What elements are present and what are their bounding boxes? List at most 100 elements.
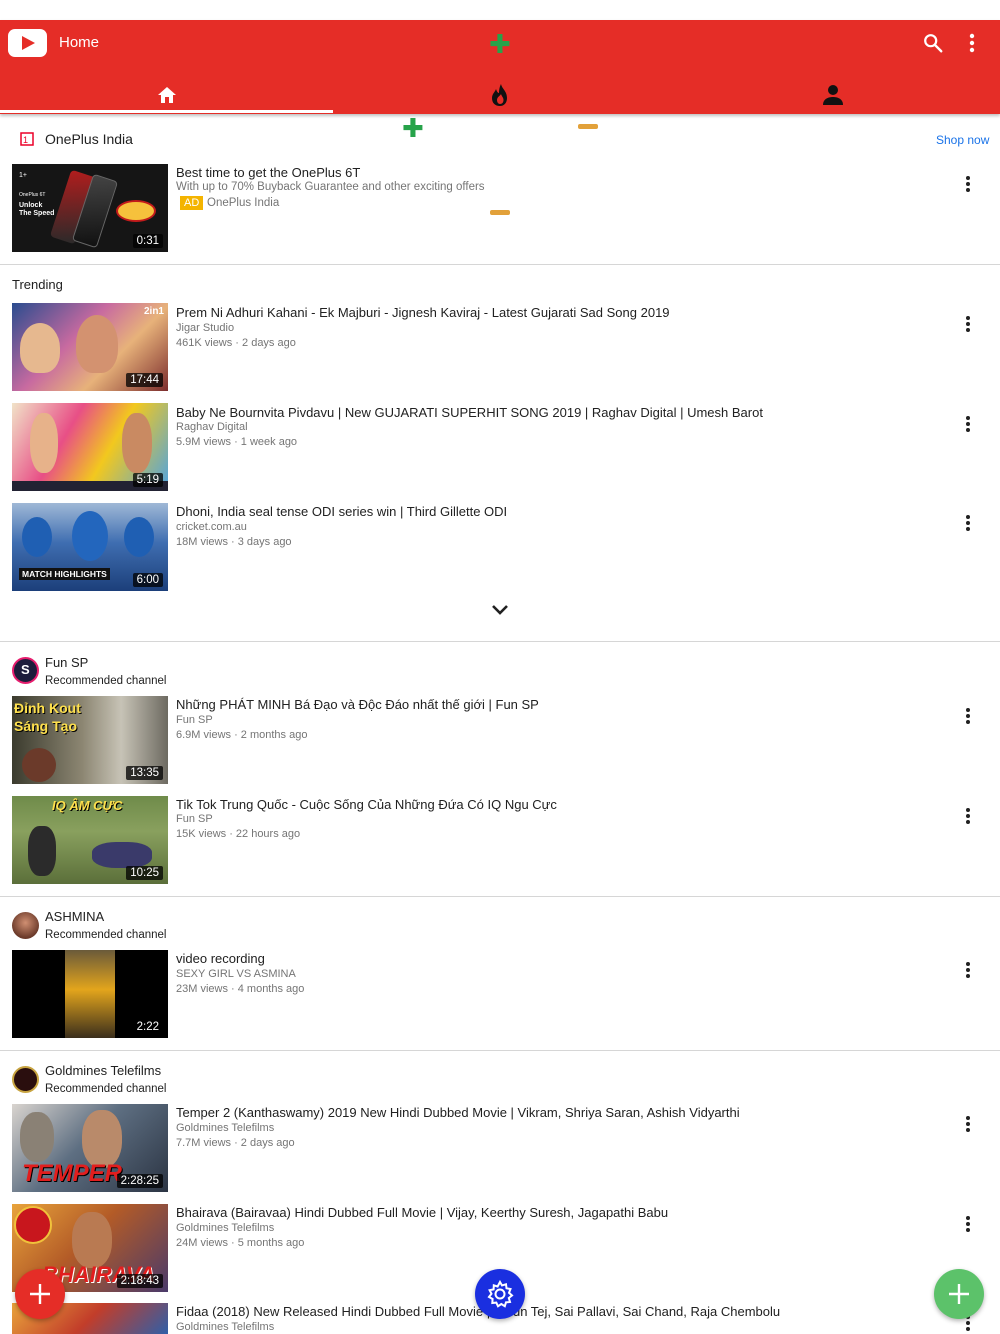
chevron-down-icon[interactable] <box>491 604 509 616</box>
minus-marker-icon <box>578 124 598 129</box>
video-thumbnail[interactable]: Đỉnh Kout Sáng Tạo 13:35 <box>12 696 168 784</box>
divider <box>0 1050 1000 1051</box>
video-duration: 17:44 <box>126 373 163 387</box>
video-channel[interactable]: SEXY GIRL VS ASMINA <box>176 968 296 980</box>
video-duration: 10:25 <box>126 866 163 880</box>
home-icon <box>157 87 176 103</box>
more-options-icon[interactable] <box>962 175 974 193</box>
video-duration: 5:19 <box>132 473 163 487</box>
more-options-icon[interactable] <box>966 33 978 53</box>
video-frame-image <box>65 950 115 1038</box>
video-channel[interactable]: cricket.com.au <box>176 521 247 533</box>
selected-tab-indicator <box>0 110 333 113</box>
youtube-logo-icon[interactable] <box>8 29 47 57</box>
search-icon[interactable] <box>922 32 944 54</box>
sale-badge-image <box>116 200 156 222</box>
more-options-icon[interactable] <box>962 961 974 979</box>
avatar[interactable] <box>12 912 39 939</box>
more-options-icon[interactable] <box>962 315 974 333</box>
plus-marker-icon: ✚ <box>402 113 424 143</box>
thumb-text: OnePlus 6T <box>19 192 46 198</box>
ad-description: With up to 70% Buyback Guarantee and oth… <box>176 181 485 193</box>
divider <box>0 641 1000 642</box>
video-thumbnail[interactable]: TEMPER 2:28:25 <box>12 1104 168 1192</box>
ad-brand-name: OnePlus India <box>45 131 133 147</box>
thumb-text: Unlock <box>19 202 43 209</box>
video-channel[interactable]: Goldmines Telefilms <box>176 1222 274 1234</box>
video-title[interactable]: video recording <box>176 951 265 966</box>
divider <box>0 896 1000 897</box>
person-image <box>22 748 56 782</box>
video-meta: 7.7M views · 2 days ago <box>176 1137 295 1149</box>
person-image <box>72 1212 112 1268</box>
channel-subtitle: Recommended channel <box>45 929 167 941</box>
video-title[interactable]: Dhoni, India seal tense ODI series win |… <box>176 504 507 519</box>
video-thumbnail[interactable]: 2:22 <box>12 950 168 1038</box>
player-image <box>124 517 154 557</box>
video-duration: 2:22 <box>132 1020 163 1034</box>
svg-text:1: 1 <box>23 135 28 145</box>
video-thumbnail[interactable]: MATCH HIGHLIGHTS 6:00 <box>12 503 168 591</box>
video-duration: 13:35 <box>126 766 163 780</box>
thumb-caption: MATCH HIGHLIGHTS <box>19 568 110 580</box>
channel-subtitle: Recommended channel <box>45 1083 167 1095</box>
video-title[interactable]: Bhairava (Bairavaa) Hindi Dubbed Full Mo… <box>176 1205 668 1220</box>
ad-badge: AD <box>180 196 204 210</box>
person-image <box>92 842 152 868</box>
channel-name[interactable]: ASHMINA <box>45 909 104 924</box>
more-options-icon[interactable] <box>962 1215 974 1233</box>
video-thumbnail[interactable]: 2in1 17:44 <box>12 303 168 391</box>
video-meta: 6.9M views · 2 months ago <box>176 729 308 741</box>
views-badge-image <box>14 1206 52 1244</box>
avatar[interactable]: S <box>12 657 39 684</box>
shop-now-link[interactable]: Shop now <box>936 133 989 147</box>
channel-name[interactable]: Goldmines Telefilms <box>45 1063 161 1078</box>
settings-button[interactable] <box>475 1269 525 1319</box>
ad-thumbnail[interactable]: 1+ OnePlus 6T Unlock The Speed 0:31 <box>12 164 168 252</box>
video-meta: 24M views · 5 months ago <box>176 1237 305 1249</box>
video-meta: 461K views · 2 days ago <box>176 337 296 349</box>
video-channel[interactable]: Jigar Studio <box>176 322 234 334</box>
thumb-caption: Đỉnh Kout Sáng Tạo <box>14 700 81 734</box>
gear-icon <box>487 1279 514 1308</box>
ad-title[interactable]: Best time to get the OnePlus 6T <box>176 165 360 180</box>
video-meta: 15K views · 22 hours ago <box>176 828 301 840</box>
person-image <box>28 826 56 876</box>
more-options-icon[interactable] <box>962 707 974 725</box>
more-options-icon[interactable] <box>962 807 974 825</box>
player-image <box>22 517 52 557</box>
thumb-caption: IQ ÂM CỰC <box>52 798 123 813</box>
video-channel[interactable]: Goldmines Telefilms <box>176 1321 274 1333</box>
person-image <box>20 1112 54 1162</box>
video-thumbnail[interactable]: IQ ÂM CỰC 10:25 <box>12 796 168 884</box>
tab-trending[interactable] <box>333 76 666 114</box>
channel-name[interactable]: Fun SP <box>45 655 88 670</box>
tab-account[interactable] <box>666 76 1000 114</box>
avatar[interactable] <box>12 1066 39 1093</box>
more-options-icon[interactable] <box>962 415 974 433</box>
video-title[interactable]: Những PHÁT MINH Bá Đạo và Độc Đáo nhất t… <box>176 697 539 712</box>
video-duration: 2:28:25 <box>116 1174 163 1188</box>
video-channel[interactable]: Fun SP <box>176 714 213 726</box>
minus-marker-icon <box>490 210 510 215</box>
video-title[interactable]: Prem Ni Adhuri Kahani - Ek Majburi - Jig… <box>176 305 670 320</box>
more-options-icon[interactable] <box>962 1115 974 1133</box>
video-channel[interactable]: Goldmines Telefilms <box>176 1122 274 1134</box>
add-fab-button[interactable] <box>934 1269 984 1319</box>
add-button[interactable] <box>15 1269 65 1319</box>
player-image <box>72 511 108 561</box>
video-channel[interactable]: Fun SP <box>176 813 213 825</box>
video-duration: 6:00 <box>132 573 163 587</box>
more-options-icon[interactable] <box>962 514 974 532</box>
flame-icon <box>491 84 507 106</box>
person-icon <box>823 85 843 105</box>
video-title[interactable]: Temper 2 (Kanthaswamy) 2019 New Hindi Du… <box>176 1105 740 1120</box>
person-image <box>20 323 60 373</box>
video-channel[interactable]: Raghav Digital <box>176 421 248 433</box>
video-title[interactable]: Baby Ne Bournvita Pivdavu | New GUJARATI… <box>176 405 763 420</box>
video-thumbnail[interactable]: 5:19 <box>12 403 168 491</box>
oneplus-logo-icon: 1 <box>20 132 34 146</box>
video-meta: 18M views · 3 days ago <box>176 536 292 548</box>
video-title[interactable]: Tik Tok Trung Quốc - Cuộc Sống Của Những… <box>176 797 557 812</box>
tab-home[interactable] <box>0 76 333 114</box>
